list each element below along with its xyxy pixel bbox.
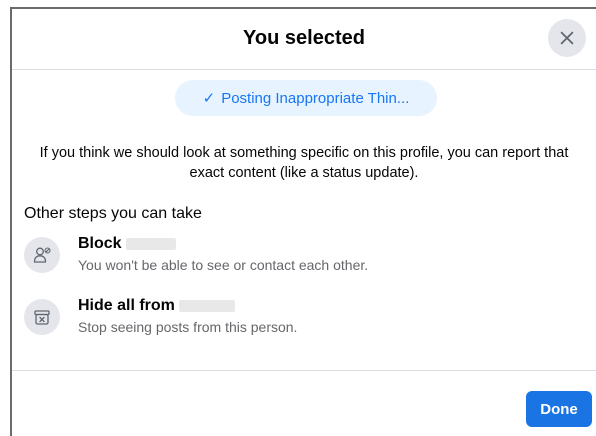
dialog-title: You selected bbox=[243, 27, 365, 49]
block-option[interactable]: Block You won't be able to see or contac… bbox=[24, 233, 564, 277]
hide-all-option[interactable]: Hide all from Stop seeing posts from thi… bbox=[24, 295, 564, 339]
window-frame: You selected ✓ Posting Inappropriate Thi… bbox=[0, 0, 596, 436]
report-description: If you think we should look at something… bbox=[39, 145, 569, 181]
block-option-subtitle: You won't be able to see or contact each… bbox=[78, 257, 369, 273]
close-icon bbox=[560, 31, 574, 45]
done-button[interactable]: Done bbox=[526, 391, 592, 427]
footer-divider bbox=[12, 370, 596, 371]
block-icon-circle bbox=[24, 237, 60, 273]
check-icon: ✓ bbox=[202, 90, 216, 107]
report-dialog: You selected ✓ Posting Inappropriate Thi… bbox=[12, 9, 596, 436]
hide-box-icon bbox=[34, 310, 50, 325]
other-steps-title: Other steps you can take bbox=[24, 205, 202, 222]
selected-reason-chip[interactable]: ✓ Posting Inappropriate Thin... bbox=[175, 80, 437, 116]
redacted-name bbox=[178, 299, 235, 312]
block-person-icon bbox=[33, 247, 51, 263]
redacted-name bbox=[125, 237, 176, 250]
hide-all-option-title: Hide all from bbox=[78, 297, 235, 315]
close-button[interactable] bbox=[548, 19, 586, 57]
hide-icon-circle bbox=[24, 299, 60, 335]
hide-all-option-subtitle: Stop seeing posts from this person. bbox=[78, 319, 298, 335]
hide-all-option-label: Hide all from bbox=[78, 297, 175, 314]
block-option-title: Block bbox=[78, 235, 176, 253]
dialog-header: You selected bbox=[12, 9, 596, 70]
selected-reason-label: Posting Inappropriate Thin... bbox=[221, 89, 410, 107]
block-option-label: Block bbox=[78, 235, 122, 252]
